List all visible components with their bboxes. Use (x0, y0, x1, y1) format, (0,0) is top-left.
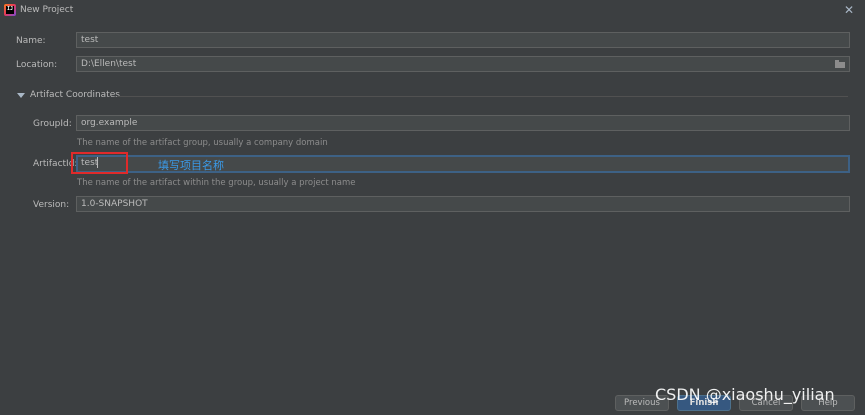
intellij-idea-icon: IJ (4, 4, 16, 16)
artifact-coordinates-title[interactable]: Artifact Coordinates (30, 90, 120, 100)
version-input[interactable]: 1.0-SNAPSHOT (76, 196, 850, 212)
window-title: New Project (20, 5, 74, 15)
version-label: Version: (33, 200, 70, 210)
location-input[interactable]: D:\Ellen\test (76, 56, 850, 72)
artifactid-hint: The name of the artifact within the grou… (77, 178, 356, 188)
annotation-text: 填写项目名称 (158, 159, 224, 172)
name-input[interactable]: test (76, 32, 850, 48)
triangle-down-icon[interactable] (17, 93, 25, 98)
watermark: CSDN @xiaoshu_yilian (655, 385, 835, 404)
close-icon[interactable]: ✕ (844, 3, 854, 17)
name-label: Name: (16, 36, 46, 46)
highlight-box (71, 152, 128, 174)
folder-icon[interactable] (835, 60, 845, 68)
section-divider (117, 96, 848, 97)
location-label: Location: (16, 60, 58, 70)
groupid-label: GroupId: (33, 119, 72, 129)
groupid-input[interactable]: org.example (76, 115, 850, 131)
groupid-hint: The name of the artifact group, usually … (77, 138, 328, 148)
title-bar: IJ New Project ✕ (0, 0, 865, 22)
